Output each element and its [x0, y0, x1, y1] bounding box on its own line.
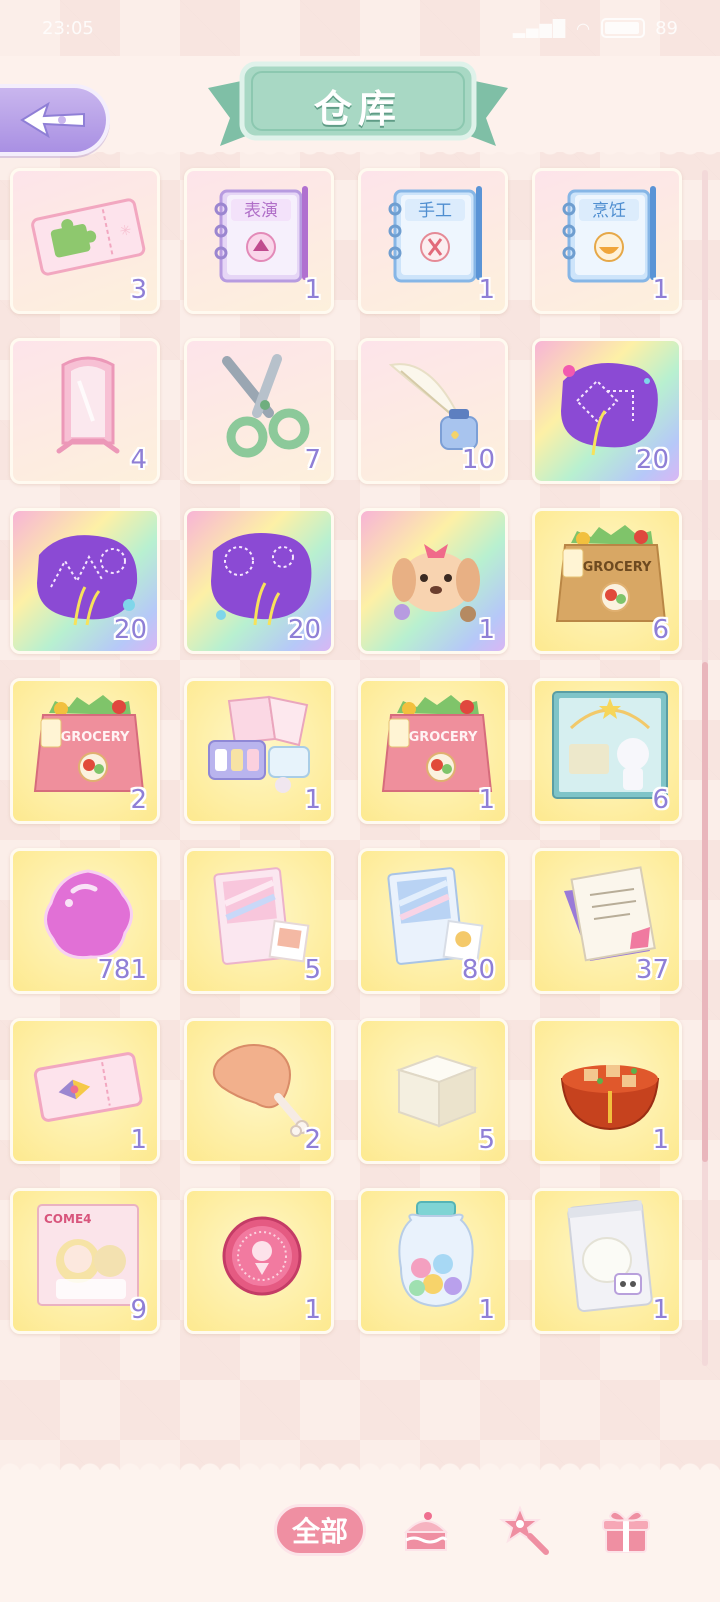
item-slot-photo-pack-blue[interactable]: 80	[358, 848, 508, 994]
item-slot-tofu[interactable]: 5	[358, 1018, 508, 1164]
item-slot-performance-notebook[interactable]: 表演 1	[184, 168, 334, 314]
magic-wand-icon	[499, 1505, 549, 1555]
item-slot-craft-notebook[interactable]: 手工 1	[358, 168, 508, 314]
item-slot-teal-poster[interactable]: 6	[532, 678, 682, 824]
item-count: 20	[287, 615, 321, 645]
item-slot-cooking-notebook[interactable]: 烹饪 1	[532, 168, 682, 314]
item-count: 6	[652, 785, 669, 815]
svg-text:COME4: COME4	[44, 1212, 92, 1226]
item-slot-candy-jar[interactable]: 1	[358, 1188, 508, 1334]
inventory-grid: ✳ 3 表演 1 手工 1 烹饪 1 4 7 10 20 20 20 1 GRO…	[10, 168, 686, 1334]
item-slot-quill-and-ink[interactable]: 10	[358, 338, 508, 484]
svg-text:手工: 手工	[418, 201, 452, 221]
item-slot-pink-mirror[interactable]: 4	[10, 338, 160, 484]
item-count: 1	[478, 275, 495, 305]
battery-icon	[601, 18, 646, 38]
svg-text:GROCERY: GROCERY	[583, 560, 652, 575]
item-count: 4	[130, 445, 147, 475]
item-slot-pink-badge[interactable]: 1	[184, 1188, 334, 1334]
item-count: 1	[478, 1295, 495, 1325]
item-slot-scissors[interactable]: 7	[184, 338, 334, 484]
item-count: 1	[652, 275, 669, 305]
item-count: 1	[304, 275, 321, 305]
item-count: 10	[461, 445, 495, 475]
item-slot-grocery-bag-pink-2[interactable]: GROCERY 1	[358, 678, 508, 824]
gift-box-icon	[602, 1510, 650, 1553]
item-slot-makeup-kit[interactable]: 1	[184, 678, 334, 824]
item-count: 2	[130, 785, 147, 815]
tab-all-label: 全部	[291, 1515, 348, 1548]
item-count: 3	[130, 275, 147, 305]
tab-tools[interactable]	[494, 1500, 554, 1560]
back-arrow-icon	[20, 101, 85, 139]
item-slot-grocery-bag-pink[interactable]: GROCERY 2	[10, 678, 160, 824]
item-count: 20	[635, 445, 669, 475]
svg-text:烹饪: 烹饪	[592, 200, 626, 221]
item-slot-grocery-bag-brown[interactable]: GROCERY 6	[532, 508, 682, 654]
battery-level: 89	[655, 17, 678, 39]
item-slot-photo-pack-pink[interactable]: 5	[184, 848, 334, 994]
signal-icon: ▂▄▆█	[512, 18, 567, 38]
item-count: 1	[652, 1125, 669, 1155]
tab-food[interactable]	[396, 1500, 456, 1560]
item-slot-firework-card-2[interactable]: 20	[10, 508, 160, 654]
item-slot-scroll-document[interactable]: 37	[532, 848, 682, 994]
svg-text:GROCERY: GROCERY	[409, 730, 478, 745]
title-ribbon: 仓库	[208, 58, 508, 152]
item-count: 80	[461, 955, 495, 985]
item-count: 20	[113, 615, 147, 645]
item-count: 1	[478, 785, 495, 815]
item-count: 781	[97, 955, 147, 985]
item-slot-puppy-card[interactable]: 1	[358, 508, 508, 654]
item-count: 5	[478, 1125, 495, 1155]
svg-text:表演: 表演	[244, 201, 278, 221]
item-slot-sticker-pack[interactable]: COME4 9	[10, 1188, 160, 1334]
page-title: 仓库	[313, 87, 402, 131]
item-count: 1	[304, 785, 321, 815]
item-slot-puzzle-ticket[interactable]: ✳ 3	[10, 168, 160, 314]
item-slot-mapo-tofu-bowl[interactable]: 1	[532, 1018, 682, 1164]
item-count: 6	[652, 615, 669, 645]
item-count: 1	[130, 1125, 147, 1155]
cake-icon	[403, 1512, 449, 1551]
status-icons: ▂▄▆█ ◠ 89	[513, 18, 678, 39]
item-slot-pink-gem[interactable]: 781	[10, 848, 160, 994]
tab-all[interactable]: 全部	[274, 1504, 366, 1556]
item-count: 1	[652, 1295, 669, 1325]
item-slot-bow-ticket[interactable]: 1	[10, 1018, 160, 1164]
item-slot-chicken-leg[interactable]: 2	[184, 1018, 334, 1164]
item-count: 9	[130, 1295, 147, 1325]
wifi-icon: ◠	[576, 18, 592, 38]
item-count: 2	[304, 1125, 321, 1155]
tab-gifts[interactable]	[596, 1500, 656, 1560]
item-slot-firework-card-1[interactable]: 20	[532, 338, 682, 484]
item-slot-flour-bag[interactable]: 1	[532, 1188, 682, 1334]
scrollbar-thumb[interactable]	[702, 662, 708, 1162]
item-count: 5	[304, 955, 321, 985]
item-count: 7	[304, 445, 321, 475]
status-time: 23:05	[42, 17, 94, 39]
item-slot-firework-card-3[interactable]: 20	[184, 508, 334, 654]
status-bar: 23:05 ▂▄▆█ ◠ 89	[0, 0, 720, 56]
svg-text:GROCERY: GROCERY	[61, 730, 130, 745]
back-button[interactable]	[0, 84, 110, 156]
item-count: 37	[635, 955, 669, 985]
item-count: 1	[478, 615, 495, 645]
item-count: 1	[304, 1295, 321, 1325]
